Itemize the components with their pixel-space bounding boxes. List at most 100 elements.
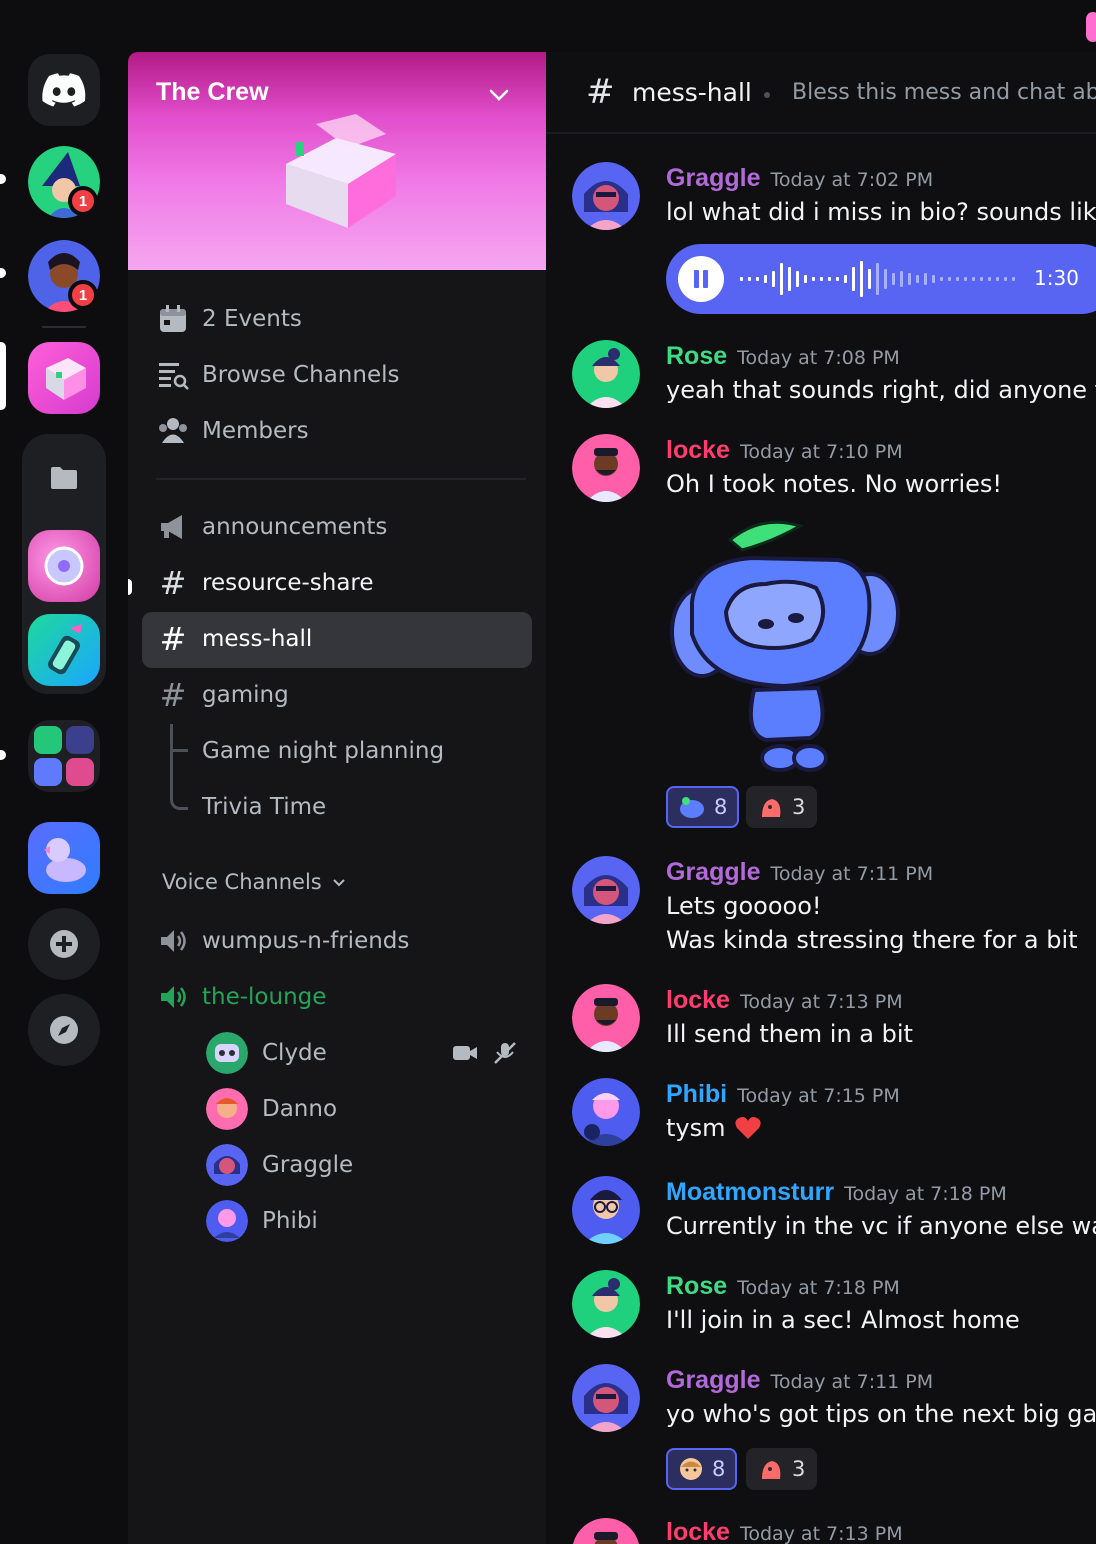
author-name[interactable]: locke (666, 436, 730, 465)
channel-resource-share[interactable]: # resource-share (156, 561, 374, 605)
voice-user-name: Clyde (262, 1040, 327, 1066)
avatar-rose[interactable] (572, 1270, 640, 1338)
server-icon-the-crew[interactable] (28, 342, 100, 414)
thread-game-night-planning[interactable]: Game night planning (202, 729, 444, 773)
message-header: locke Today at 7:13 PM (666, 986, 903, 1015)
browse-channels-label: Browse Channels (202, 362, 400, 388)
category-label: Voice Channels (162, 870, 322, 894)
voice-channel-wumpus-n-friends[interactable]: wumpus-n-friends (156, 919, 409, 963)
unread-indicator (0, 750, 6, 760)
voice-user-name: Danno (262, 1096, 338, 1122)
timestamp: Today at 7:15 PM (737, 1085, 900, 1107)
voice-user-clyde[interactable]: Clyde (206, 1031, 327, 1075)
author-name[interactable]: Graggle (666, 858, 760, 887)
folder-glyph (51, 467, 77, 489)
calendar-icon (156, 302, 190, 336)
heart-emoji-icon (734, 1117, 761, 1139)
mention-badge: 1 (68, 186, 98, 216)
avatar-graggle[interactable] (572, 856, 640, 924)
server-icon-spray-can[interactable] (28, 614, 100, 686)
unread-indicator (128, 579, 132, 595)
voice-user-name: Graggle (262, 1152, 354, 1178)
disc-icon (44, 546, 84, 586)
wumpus-sticker[interactable] (662, 514, 906, 776)
author-name[interactable]: Phibi (666, 1080, 727, 1109)
reaction-button[interactable]: 8 (666, 1448, 738, 1490)
thread-trivia-time[interactable]: Trivia Time (202, 785, 326, 829)
avatar-graggle[interactable] (572, 1364, 640, 1432)
duck-icon (44, 838, 86, 882)
avatar-moatmonsturr[interactable] (572, 1176, 640, 1244)
reaction-count: 8 (712, 1457, 726, 1481)
avatar-locke[interactable] (572, 434, 640, 502)
avatar-locke[interactable] (572, 984, 640, 1052)
author-name[interactable]: locke (666, 986, 730, 1015)
browse-channels-icon (156, 358, 190, 392)
channel-topic[interactable]: Bless this mess and chat about (792, 80, 1096, 105)
message-text: yo who's got tips on the next big game (666, 1400, 1096, 1428)
avatar-phibi[interactable] (572, 1078, 640, 1146)
author-name[interactable]: locke (666, 1518, 730, 1544)
voice-user-danno[interactable]: Danno (206, 1087, 337, 1131)
avatar-rose[interactable] (572, 340, 640, 408)
channel-title: mess-hall (632, 78, 752, 107)
avatar-graggle[interactable] (572, 162, 640, 230)
members-label: Members (202, 418, 309, 444)
hash-icon: # (159, 564, 187, 602)
home-button[interactable] (28, 54, 100, 126)
voice-channel-the-lounge[interactable]: the-lounge (156, 975, 326, 1019)
message-header: locke Today at 7:10 PM (666, 436, 903, 465)
members-link[interactable]: Members (156, 409, 309, 453)
server-group-icon (34, 726, 94, 786)
server-icon-duck[interactable] (28, 822, 100, 894)
server-group[interactable] (28, 720, 100, 792)
reaction-count: 3 (792, 795, 806, 819)
reaction-button[interactable]: 3 (746, 1448, 818, 1490)
voice-channel-label: the-lounge (202, 984, 327, 1010)
channel-label: mess-hall (202, 626, 313, 652)
mention-badge: 1 (68, 280, 98, 310)
avatar-locke[interactable] (572, 1518, 640, 1544)
compass-icon (50, 1016, 78, 1044)
voice-user-phibi[interactable]: Phibi (206, 1199, 318, 1243)
author-name[interactable]: Graggle (666, 164, 760, 193)
browse-channels-link[interactable]: Browse Channels (156, 353, 399, 397)
rail-divider (42, 326, 86, 328)
channel-announcements[interactable]: announcements (156, 505, 387, 549)
voice-user-graggle[interactable]: Graggle (206, 1143, 353, 1187)
chevron-down-icon[interactable] (486, 82, 512, 108)
folder-icon[interactable] (28, 442, 100, 514)
timestamp: Today at 7:10 PM (739, 441, 903, 463)
author-name[interactable]: Graggle (666, 1366, 760, 1395)
timestamp: Today at 7:02 PM (770, 169, 934, 191)
message-header: Graggle Today at 7:11 PM (666, 858, 933, 887)
hash-icon: # (159, 676, 187, 714)
pause-button[interactable] (678, 256, 724, 302)
timestamp: Today at 7:11 PM (770, 1371, 934, 1393)
server-banner[interactable]: The Crew (128, 52, 546, 270)
server-icon-pink-disc[interactable] (28, 530, 100, 602)
timestamp: Today at 7:18 PM (844, 1183, 1007, 1205)
voice-channels-header[interactable]: Voice Channels (162, 870, 348, 894)
channel-mess-hall[interactable]: # mess-hall (156, 617, 313, 661)
corner-indicator (1086, 12, 1096, 42)
ghost-emoji-icon (762, 1461, 781, 1479)
author-name[interactable]: Rose (666, 342, 727, 371)
channel-gaming[interactable]: # gaming (156, 673, 289, 717)
reaction-button[interactable]: 3 (746, 786, 818, 828)
timestamp: Today at 7:08 PM (737, 347, 900, 369)
reaction-button[interactable]: 8 (666, 786, 740, 828)
add-server-button[interactable] (28, 908, 100, 980)
voice-user-name: Phibi (262, 1208, 318, 1234)
server-rail: 1 1 (0, 0, 128, 1544)
thread-label: Trivia Time (202, 794, 327, 820)
message-header: Moatmonsturr Today at 7:18 PM (666, 1178, 1007, 1207)
wumpus-emoji-icon (680, 797, 704, 818)
discover-button[interactable] (28, 994, 100, 1066)
voice-message: 1:30 (666, 244, 1096, 314)
events-link[interactable]: 2 Events (156, 297, 302, 341)
waveform[interactable] (740, 257, 1030, 301)
author-name[interactable]: Moatmonsturr (666, 1178, 834, 1207)
events-label: 2 Events (202, 306, 302, 332)
author-name[interactable]: Rose (666, 1272, 727, 1301)
